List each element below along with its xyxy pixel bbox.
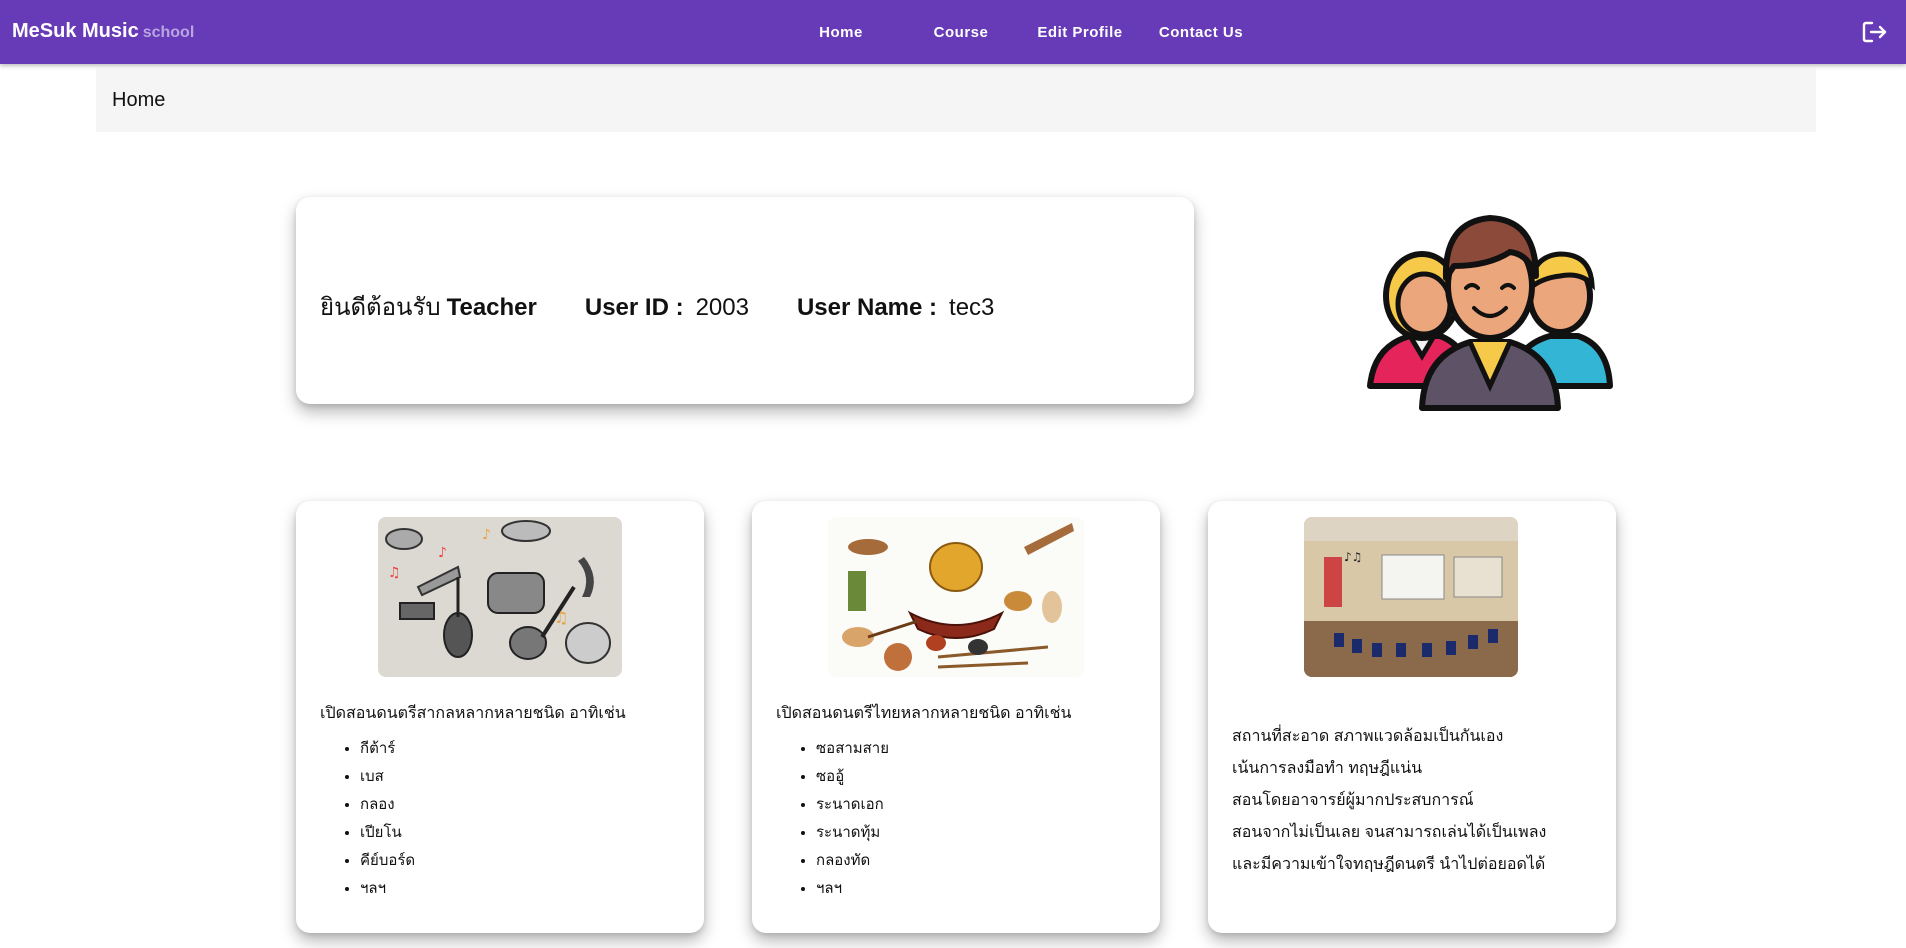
user-id-value: 2003 (695, 294, 749, 321)
logout-icon[interactable] (1862, 20, 1888, 44)
list-item: ซอสามสาย (816, 735, 889, 763)
list-item: ฯลฯ (360, 875, 415, 903)
nav-contact-us[interactable]: Contact Us (1154, 0, 1248, 64)
brand-name: MeSuk Music (12, 20, 139, 42)
western-music-card: ♪ ♫ ♫ ♪ เปิดสอนดนตรีสากลหลากหลายชนิด อาท… (296, 501, 704, 933)
user-name-label: User Name : (796, 294, 938, 321)
card-intro: เปิดสอนดนตรีไทยหลากหลายชนิด อาทิเช่น (776, 705, 1072, 722)
list-item: คีย์บอร์ด (360, 847, 415, 875)
feature-line: สอนโดยอาจารย์ผู้มากประสบการณ์ (1232, 792, 1474, 809)
list-item: ระนาดทุ้ม (816, 819, 889, 847)
list-item: ระนาดเอก (816, 791, 889, 819)
school-features: สถานที่สะอาด สภาพแวดล้อมเป็นกันเอง เน้นก… (1232, 721, 1546, 881)
welcome-info: ยินดีต้อนรับ Teacher User ID : 2003 User… (320, 287, 994, 326)
list-item: เปียโน (360, 819, 415, 847)
list-item: กลองทัด (816, 847, 889, 875)
brand-logo[interactable]: MeSuk Music school (12, 20, 194, 43)
svg-text:♪♫: ♪♫ (1344, 550, 1362, 564)
western-instruments-image: ♪ ♫ ♫ ♪ (378, 517, 622, 677)
instrument-list: กีต้าร์ เบส กลอง เปียโน คีย์บอร์ด ฯลฯ (360, 735, 415, 903)
welcome-card: ยินดีต้อนรับ Teacher User ID : 2003 User… (296, 197, 1194, 404)
feature-line: สถานที่สะอาด สภาพแวดล้อมเป็นกันเอง (1232, 728, 1504, 745)
thai-instruments-image (828, 517, 1084, 677)
classroom-image: ♪♫ (1304, 517, 1518, 677)
welcome-greeting: ยินดีต้อนรับ (320, 294, 441, 321)
nav-home[interactable]: Home (800, 0, 882, 64)
svg-text:♪: ♪ (438, 545, 447, 561)
feature-line: สอนจากไม่เป็นเลย จนสามารถเล่นได้เป็นเพลง (1232, 824, 1547, 841)
page-title: Home (112, 89, 166, 111)
instrument-list: ซอสามสาย ซออู้ ระนาดเอก ระนาดทุ้ม กลองทั… (816, 735, 889, 903)
svg-text:♫: ♫ (388, 565, 401, 581)
list-item: ซออู้ (816, 763, 889, 791)
feature-line: เน้นการลงมือทำ ทฤษฎีแน่น (1232, 760, 1423, 777)
breadcrumb: Home (96, 68, 1816, 132)
nav-course[interactable]: Course (920, 0, 1002, 64)
svg-text:♫: ♫ (554, 608, 568, 627)
svg-text:♪: ♪ (482, 527, 491, 543)
nav-edit-profile[interactable]: Edit Profile (1030, 0, 1130, 64)
user-id-label: User ID : (584, 294, 684, 321)
top-navbar: MeSuk Music school Home Course Edit Profi… (0, 0, 1906, 64)
classroom-card: ♪♫ สถานที่สะอาด สภาพแวดล้อมเป็นกันเอง เน… (1208, 501, 1616, 933)
user-role: Teacher (446, 294, 537, 321)
brand-subtitle: school (142, 24, 195, 41)
list-item: กีต้าร์ (360, 735, 415, 763)
list-item: ฯลฯ (816, 875, 889, 903)
teachers-group-icon (1367, 215, 1613, 411)
thai-music-card: เปิดสอนดนตรีไทยหลากหลายชนิด อาทิเช่น ซอส… (752, 501, 1160, 933)
list-item: เบส (360, 763, 415, 791)
feature-line: และมีความเข้าใจทฤษฎีดนตรี นำไปต่อยอดได้ (1232, 856, 1546, 873)
list-item: กลอง (360, 791, 415, 819)
user-name-value: tec3 (949, 294, 995, 321)
card-intro: เปิดสอนดนตรีสากลหลากหลายชนิด อาทิเช่น (320, 705, 626, 722)
